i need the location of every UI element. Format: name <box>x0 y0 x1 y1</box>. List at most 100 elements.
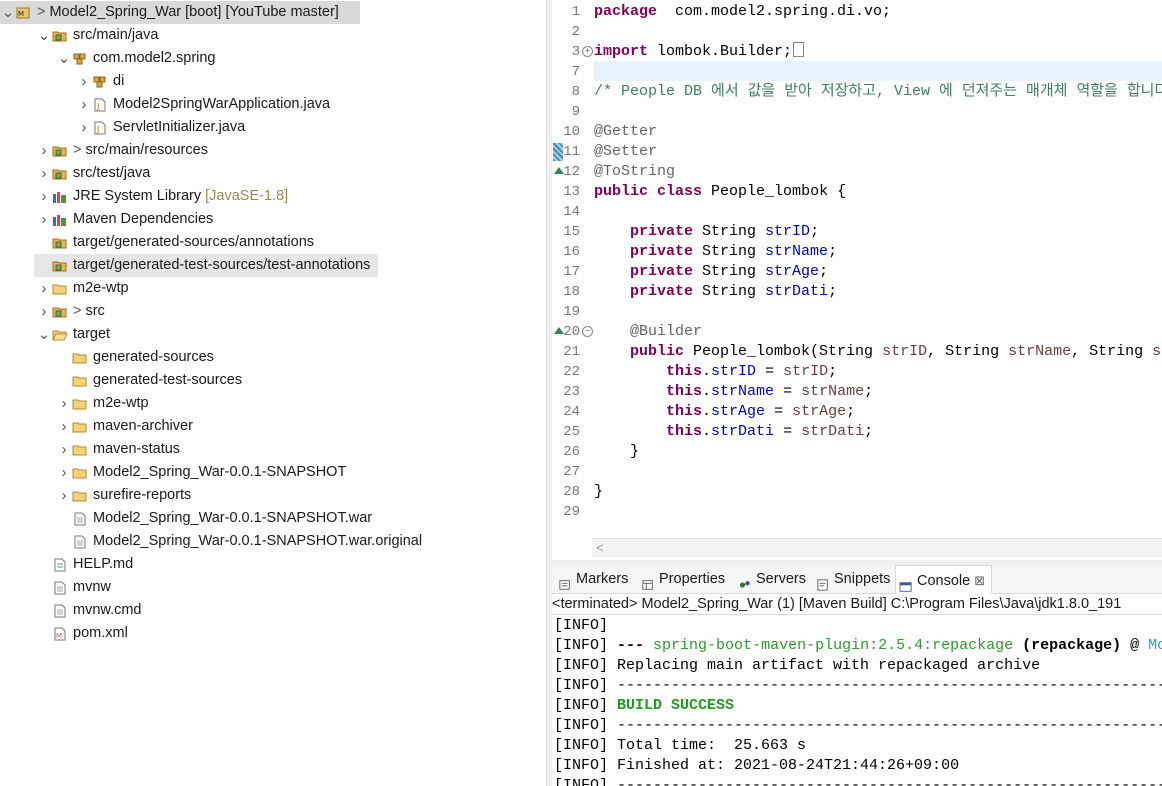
tree-item[interactable]: › src/test/java <box>36 162 151 185</box>
code-line[interactable]: import lombok.Builder; <box>594 42 805 62</box>
console-token: [INFO] <box>554 617 609 634</box>
console-token: [INFO] Replacing main artifact with repa… <box>554 657 1041 674</box>
close-icon[interactable]: ⊠ <box>974 567 985 595</box>
chevron-right-icon[interactable]: › <box>56 438 72 461</box>
chevron-down-icon[interactable]: ⌄ <box>56 47 72 70</box>
code-token: private <box>630 243 694 260</box>
chevron-right-icon[interactable]: › <box>76 70 92 93</box>
console-token: [INFO] <box>554 697 618 714</box>
collapsed-code-marker[interactable] <box>793 42 805 57</box>
code-line[interactable]: this.strName = strName; <box>594 382 873 402</box>
code-token: st <box>1152 343 1162 360</box>
chevron-right-icon[interactable]: › <box>56 484 72 507</box>
file-icon <box>72 535 88 549</box>
code-token: ; <box>864 383 874 400</box>
console-tab-bar: Markers Properties Servers Snippets Console … <box>552 565 1162 595</box>
code-line[interactable]: @ToString <box>594 162 675 182</box>
tab-markers[interactable]: Markers <box>558 565 628 593</box>
code-line[interactable]: @Getter <box>594 122 657 142</box>
tree-item[interactable]: › m2e-wtp <box>56 392 149 415</box>
horizontal-scrollbar[interactable]: < <box>592 538 1162 557</box>
tree-item[interactable]: › JRE System Library [JavaSE-1.8] <box>36 185 289 208</box>
code-token: String <box>693 283 766 300</box>
console-output[interactable]: [INFO] [INFO] --- spring-boot-maven-plugi… <box>552 615 1162 786</box>
chevron-right-icon[interactable]: › <box>56 461 72 484</box>
chevron-right-icon[interactable]: › <box>56 415 72 438</box>
code-line[interactable]: private String strName; <box>594 242 837 262</box>
chevron-right-icon[interactable]: › <box>76 93 92 116</box>
tree-item-text: src/test/java <box>73 165 151 181</box>
tab-servers[interactable]: Servers <box>738 565 806 593</box>
expand-icon[interactable]: + <box>582 46 593 57</box>
tree-item-text: HELP.md <box>73 556 134 572</box>
chevron-down-icon[interactable]: ⌄ <box>36 24 52 47</box>
code-line[interactable]: private String strID; <box>594 222 819 242</box>
tree-item-text: pom.xml <box>73 625 128 641</box>
tree-item[interactable]: Mpom.xml <box>36 622 128 645</box>
code-line[interactable]: public class People_lombok { <box>594 182 846 202</box>
tree-item[interactable]: mvnw <box>36 576 111 599</box>
code-token: . <box>702 423 712 440</box>
code-line[interactable]: this.strID = strID; <box>594 362 837 382</box>
tree-item[interactable]: ⌄ src/main/java <box>36 24 159 47</box>
tree-item[interactable]: target/generated-test-sources/test-annot… <box>34 254 378 277</box>
tree-item[interactable]: generated-sources <box>56 346 214 369</box>
chevron-right-icon[interactable]: › <box>36 277 52 300</box>
git-changed-marker: > <box>73 303 82 319</box>
tab-properties[interactable]: Properties <box>641 565 725 593</box>
chevron-right-icon[interactable]: › <box>56 392 72 415</box>
chevron-right-icon[interactable]: › <box>36 185 52 208</box>
code-line[interactable]: @Builder <box>594 322 702 342</box>
tree-item[interactable]: › J ServletInitializer.java <box>76 116 246 139</box>
tree-item[interactable]: target/generated-sources/annotations <box>36 231 314 254</box>
chevron-right-icon[interactable]: › <box>36 300 52 323</box>
line-number: 1 <box>571 4 580 20</box>
tree-item[interactable]: › surefire-reports <box>56 484 192 507</box>
console-line: [INFO] Total time: 25.663 s <box>554 736 806 756</box>
chevron-right-icon[interactable]: › <box>76 116 92 139</box>
code-line[interactable]: this.strDati = strDati; <box>594 422 873 442</box>
tree-item[interactable]: › J Model2SpringWarApplication.java <box>76 93 331 116</box>
chevron-right-icon[interactable]: › <box>36 162 52 185</box>
code-line[interactable]: @Setter <box>594 142 657 162</box>
tree-item[interactable]: › di <box>76 70 125 93</box>
tree-item[interactable]: ⌄ M > Model2_Spring_War [boot] [YouTube mas… <box>0 1 360 24</box>
code-line[interactable]: this.strAge = strAge; <box>594 402 855 422</box>
chevron-right-icon[interactable]: › <box>36 139 52 162</box>
code-line[interactable]: private String strDati; <box>594 282 837 302</box>
tree-item[interactable]: generated-test-sources <box>56 369 242 392</box>
tree-item[interactable]: › maven-status <box>56 438 181 461</box>
collapse-icon[interactable]: − <box>582 326 593 337</box>
code-line[interactable]: private String strAge; <box>594 262 828 282</box>
tree-item[interactable]: Model2_Spring_War-0.0.1-SNAPSHOT.war <box>56 507 372 530</box>
tree-item[interactable]: Model2_Spring_War-0.0.1-SNAPSHOT.war.ori… <box>56 530 422 553</box>
code-line[interactable]: } <box>594 442 639 462</box>
code-token: class <box>657 183 703 200</box>
tree-item[interactable]: mvnw.cmd <box>36 599 142 622</box>
tree-item-text: surefire-reports <box>93 487 192 503</box>
tree-item[interactable]: › > src/main/resources <box>36 139 208 162</box>
tree-item[interactable]: › > src <box>36 300 105 323</box>
line-number: 15 <box>563 224 580 240</box>
code-line[interactable]: package com.model2.spring.di.vo; <box>594 2 891 22</box>
code-line[interactable]: public People_lombok(String strID, Strin… <box>594 342 1162 362</box>
scroll-left-icon[interactable]: < <box>596 539 604 557</box>
tab-snippets[interactable]: Snippets <box>816 565 890 593</box>
tree-item[interactable]: ⌄ target <box>36 323 110 346</box>
tree-item-text: Model2SpringWarApplication.java <box>113 96 331 112</box>
tab-console[interactable]: Console ⊠ <box>895 565 993 595</box>
chevron-right-icon[interactable]: › <box>36 208 52 231</box>
tree-item[interactable]: › maven-archiver <box>56 415 193 438</box>
tree-item[interactable]: › Maven Dependencies <box>36 208 214 231</box>
tree-item[interactable]: HELP.md <box>36 553 133 576</box>
tree-item[interactable]: › m2e-wtp <box>36 277 129 300</box>
tree-item[interactable]: ⌄ com.model2.spring <box>56 47 216 70</box>
chevron-down-icon[interactable]: ⌄ <box>0 1 16 24</box>
code-line[interactable]: } <box>594 482 603 502</box>
chevron-down-icon[interactable]: ⌄ <box>36 323 52 346</box>
tree-item[interactable]: › Model2_Spring_War-0.0.1-SNAPSHOT <box>56 461 347 484</box>
code-line[interactable]: /* People DB 에서 값을 받아 저장하고, View 에 던져주는 … <box>594 82 1162 102</box>
line-number: 21 <box>563 344 580 360</box>
code-editor[interactable]: 1 2 3 7 8 9 10 11 12 13 14 15 16 17 18 19 20 21 22 23 24 25 26… <box>552 0 1162 560</box>
